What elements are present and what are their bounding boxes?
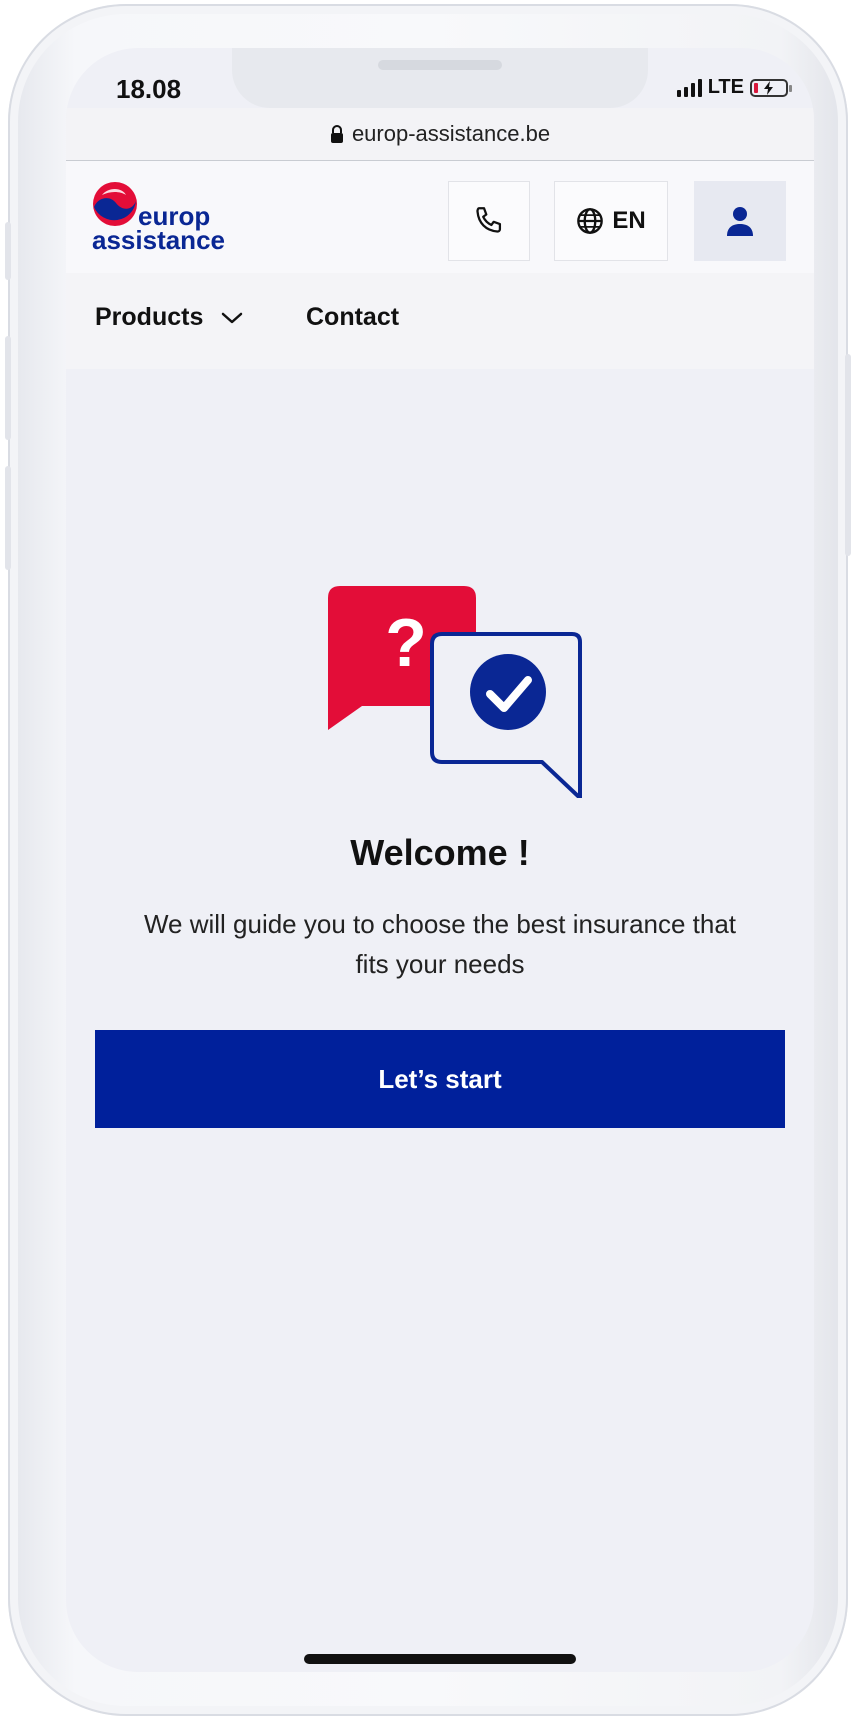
phone-frame: 18.08 LTE europ-assistance.be europ assi…: [5, 4, 851, 1716]
logo-text-assistance: assistance: [92, 225, 225, 255]
signal-icon: [676, 78, 702, 97]
status-time: 18.08: [116, 74, 182, 104]
account-button[interactable]: [694, 181, 786, 261]
user-icon: [727, 207, 753, 236]
battery-charging-icon: [750, 78, 792, 97]
status-indicators: LTE: [676, 76, 792, 99]
nav-item-label: Contact: [306, 303, 400, 331]
nav-item-label: Products: [95, 303, 204, 331]
home-indicator[interactable]: [304, 1654, 576, 1664]
phone-icon: [476, 207, 502, 233]
status-bar: 18.08 LTE: [66, 48, 814, 108]
nav-item-products[interactable]: Products: [95, 303, 243, 332]
europ-assistance-logo[interactable]: europ assistance: [92, 181, 232, 255]
screen: 18.08 LTE europ-assistance.be europ assi…: [66, 48, 814, 1672]
speaker-grille: [378, 60, 502, 70]
mute-switch: [5, 222, 11, 280]
language-label: EN: [612, 207, 646, 234]
power-button: [845, 354, 851, 556]
volume-down-button: [5, 466, 11, 570]
welcome-title: Welcome !: [350, 832, 530, 873]
welcome-subtitle: We will guide you to choose the best ins…: [143, 909, 737, 979]
volume-up-button: [5, 336, 11, 440]
nav-item-contact[interactable]: Contact: [306, 303, 399, 332]
url-text: europ-assistance.be: [351, 121, 551, 146]
call-button[interactable]: [448, 181, 530, 261]
question-answer-chat-icon: ?: [328, 586, 582, 798]
site-header: europ assistance EN: [66, 161, 814, 273]
globe-icon: [577, 208, 604, 234]
notch: [232, 48, 648, 108]
address-bar[interactable]: europ-assistance.be: [66, 108, 814, 161]
language-selector[interactable]: EN: [554, 181, 668, 261]
svg-text:?: ?: [385, 605, 427, 681]
logo-mark: [93, 182, 137, 226]
lets-start-button[interactable]: Let’s start: [95, 1030, 785, 1128]
main-navigation: Products Contact: [66, 273, 814, 369]
network-label: LTE: [707, 76, 744, 98]
chevron-down-icon: [222, 312, 243, 323]
lock-icon: [330, 125, 343, 143]
